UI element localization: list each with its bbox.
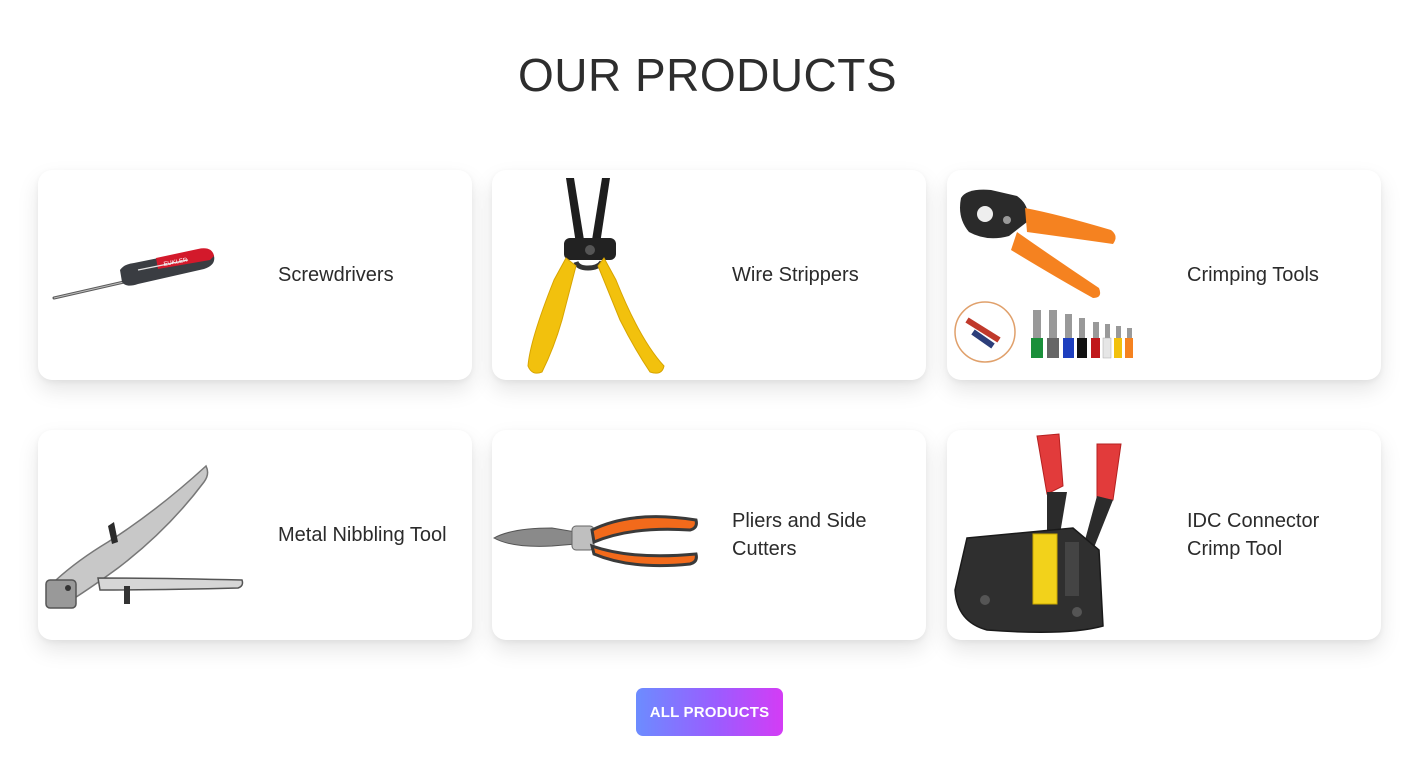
product-card-idc-crimp-tool[interactable]: IDC Connector Crimp Tool	[947, 430, 1381, 640]
product-image: EUKLER	[38, 170, 258, 380]
screwdriver-icon: EUKLER	[52, 248, 215, 300]
product-label: Screwdrivers	[278, 264, 394, 286]
pliers-icon	[492, 515, 698, 568]
nibbler-icon	[45, 464, 244, 609]
product-card-screwdrivers[interactable]: EUKLER Screwdrivers	[38, 170, 472, 380]
product-label: Pliers and Side Cutters	[732, 510, 867, 560]
product-label: IDC Connector Crimp Tool	[1187, 510, 1320, 560]
idc-crimp-tool-icon	[954, 433, 1122, 633]
crimping-tool-icon	[954, 189, 1133, 363]
product-label: Wire Strippers	[732, 264, 859, 286]
wire-stripper-icon	[527, 178, 665, 374]
product-label: Crimping Tools	[1187, 264, 1319, 286]
product-card-crimping-tools[interactable]: Crimping Tools	[947, 170, 1381, 380]
product-image	[947, 170, 1167, 380]
product-image	[38, 430, 258, 640]
product-image	[947, 430, 1167, 640]
product-card-wire-strippers[interactable]: Wire Strippers	[492, 170, 926, 380]
product-label: Metal Nibbling Tool	[278, 524, 447, 546]
all-products-button[interactable]: ALL PRODUCTS	[636, 688, 783, 736]
products-section: OUR PRODUCTS EUKLER Screwdrivers Wire St…	[0, 0, 1415, 767]
product-card-pliers-side-cutters[interactable]: Pliers and Side Cutters	[492, 430, 926, 640]
section-title: OUR PRODUCTS	[517, 49, 898, 101]
product-card-metal-nibbling-tool[interactable]: Metal Nibbling Tool	[38, 430, 472, 640]
product-image	[492, 170, 712, 380]
product-image	[492, 430, 712, 640]
